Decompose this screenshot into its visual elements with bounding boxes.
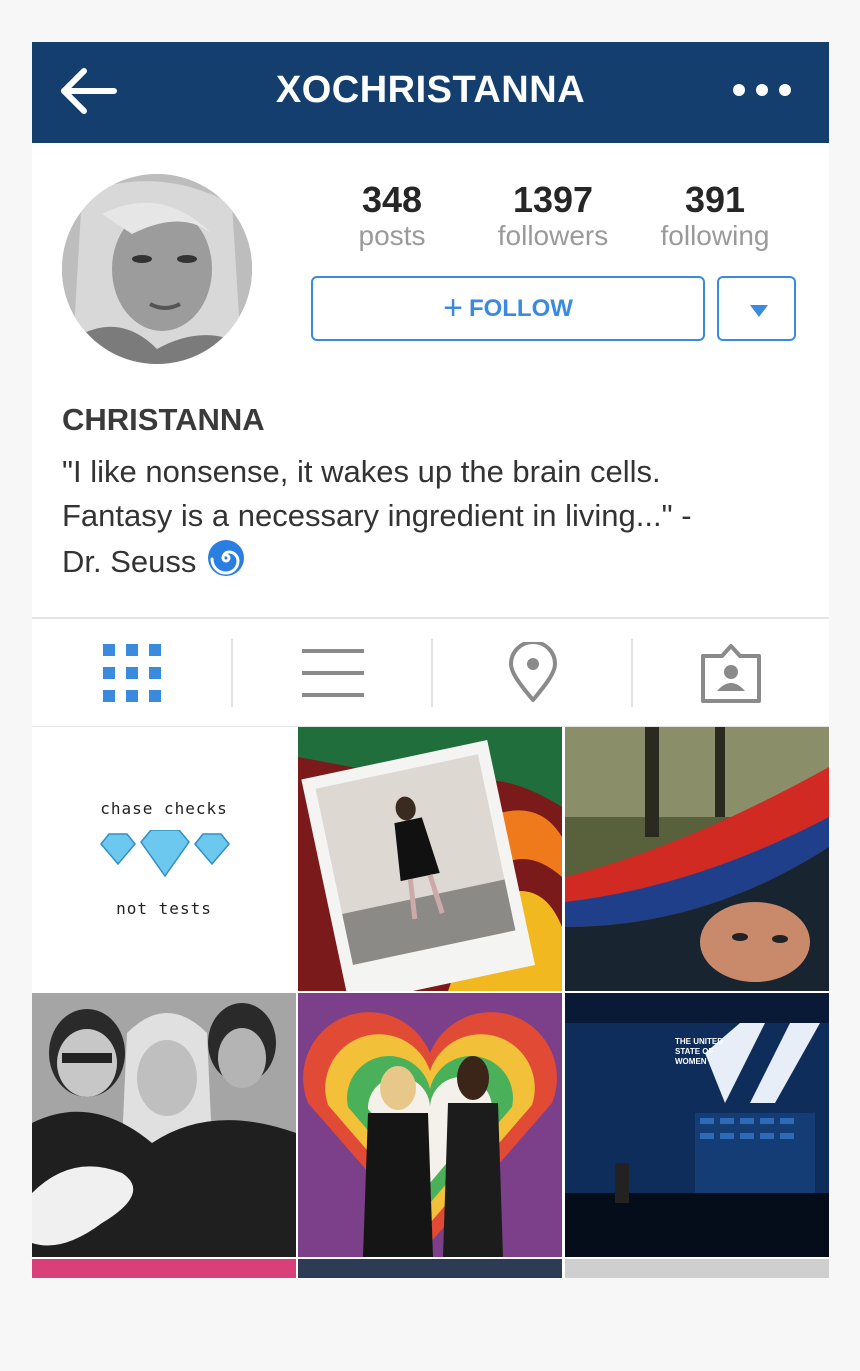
tab-location[interactable] bbox=[433, 619, 632, 727]
top-navigation-bar: XOCHRISTANNA bbox=[32, 42, 829, 143]
posts-count-label: posts bbox=[358, 220, 426, 251]
profile-bio: "I like nonsense, it wakes up the brain … bbox=[62, 450, 807, 590]
display-name: CHRISTANNA bbox=[62, 402, 265, 437]
post-thumbnail[interactable] bbox=[565, 1259, 829, 1278]
group-photo bbox=[32, 993, 296, 1257]
profile-username: XOCHRISTANNA bbox=[275, 69, 586, 111]
bio-line: Fantasy is a necessary ingredient in liv… bbox=[62, 498, 692, 533]
post-caption-text: chase checks bbox=[100, 799, 228, 818]
grid-view-icon bbox=[102, 644, 161, 702]
event-banner-line: WOMEN bbox=[675, 1057, 707, 1066]
tab-list-view[interactable] bbox=[233, 619, 432, 727]
cyclone-emoji-icon bbox=[206, 538, 246, 590]
event-banner-line: THE UNITED bbox=[675, 1037, 723, 1046]
polaroid-photo bbox=[298, 727, 562, 991]
hammock-photo bbox=[565, 727, 829, 991]
post-thumbnail[interactable] bbox=[298, 1259, 562, 1278]
following-count-label: following bbox=[660, 220, 770, 251]
bio-line-last: Dr. Seuss bbox=[62, 538, 807, 590]
follow-button[interactable]: + FOLLOW bbox=[311, 276, 705, 341]
post-thumbnail[interactable] bbox=[298, 993, 562, 1257]
post-thumbnail[interactable] bbox=[565, 727, 829, 991]
posts-count-value: 348 bbox=[361, 179, 423, 220]
posts-count[interactable]: 348 posts bbox=[312, 180, 472, 252]
event-banner-line: STATE OF bbox=[675, 1047, 714, 1056]
diamond-icons bbox=[100, 830, 230, 878]
conference-photo bbox=[565, 993, 829, 1257]
post-thumbnail[interactable]: THE UNITED STATE OF WOMEN bbox=[565, 993, 829, 1257]
followers-count-value: 1397 bbox=[512, 179, 594, 220]
tab-tagged[interactable] bbox=[633, 619, 829, 727]
followers-count-label: followers bbox=[497, 220, 609, 251]
suggestions-dropdown-button[interactable] bbox=[717, 276, 796, 341]
list-view-icon bbox=[301, 649, 364, 697]
location-pin-icon bbox=[508, 642, 557, 702]
chevron-down-icon bbox=[750, 305, 768, 317]
profile-avatar[interactable] bbox=[62, 174, 252, 364]
profile-screen: XOCHRISTANNA 348 posts 1397 followers 39… bbox=[32, 42, 829, 1278]
following-count[interactable]: 391 following bbox=[635, 180, 795, 252]
bio-line: "I like nonsense, it wakes up the brain … bbox=[62, 454, 661, 489]
event-banner-text: THE UNITED STATE OF WOMEN bbox=[675, 1037, 723, 1067]
flower-wall-photo bbox=[298, 993, 562, 1257]
plus-icon: + bbox=[443, 289, 463, 327]
post-thumbnail[interactable] bbox=[298, 727, 562, 991]
tab-grid-view[interactable] bbox=[32, 619, 231, 727]
post-thumbnail[interactable] bbox=[32, 993, 296, 1257]
posts-grid: chase checks not tests THE UNITED STATE … bbox=[32, 727, 829, 1278]
more-options-icon[interactable] bbox=[731, 74, 793, 104]
bio-line: Dr. Seuss bbox=[62, 544, 197, 580]
follow-button-label: FOLLOW bbox=[468, 295, 573, 322]
post-caption-text: not tests bbox=[116, 899, 212, 918]
following-count-value: 391 bbox=[684, 179, 746, 220]
post-thumbnail[interactable] bbox=[32, 1259, 296, 1278]
profile-tab-bar bbox=[32, 619, 829, 727]
followers-count[interactable]: 1397 followers bbox=[473, 180, 633, 252]
post-thumbnail[interactable]: chase checks not tests bbox=[32, 727, 296, 991]
tagged-photos-icon bbox=[701, 644, 761, 703]
